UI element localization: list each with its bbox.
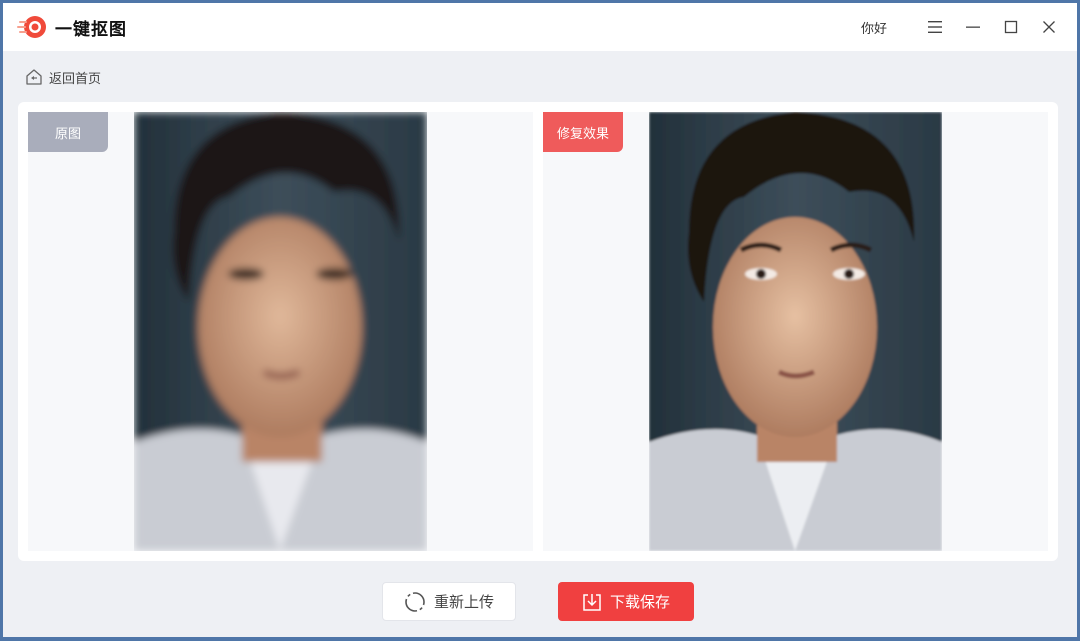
reupload-label: 重新上传 (433, 593, 494, 611)
app-logo-icon (17, 16, 46, 38)
reupload-button[interactable]: 重新上传 (382, 582, 516, 621)
result-tag: 修复效果 (543, 112, 623, 152)
home-icon (26, 69, 42, 85)
app-title: 一键抠图 (55, 20, 127, 40)
back-home-link[interactable]: 返回首页 (25, 67, 101, 87)
original-pane: 原图 (28, 112, 533, 551)
maximize-button[interactable] (999, 15, 1023, 39)
refresh-icon (405, 591, 425, 612)
minimize-button[interactable] (961, 15, 985, 39)
close-button[interactable] (1037, 15, 1061, 39)
original-tag: 原图 (28, 112, 108, 152)
download-icon (583, 593, 601, 611)
user-greeting[interactable]: 你好 (861, 18, 887, 37)
close-icon (1043, 21, 1055, 33)
original-image (134, 112, 427, 551)
compare-panel: 原图 修复效果 (18, 102, 1058, 561)
back-home-label: 返回首页 (49, 71, 102, 87)
download-save-button[interactable]: 下载保存 (558, 582, 694, 621)
minimize-icon (966, 26, 980, 28)
result-pane: 修复效果 (543, 112, 1048, 551)
app-window: 一键抠图 你好 返回首页 原图 修复效果 重新上传 下载保存 (3, 3, 1077, 637)
download-save-label: 下载保存 (609, 593, 670, 611)
menu-button[interactable] (923, 15, 947, 39)
result-image (649, 112, 942, 551)
maximize-icon (1004, 20, 1018, 34)
title-bar: 一键抠图 你好 (3, 3, 1077, 51)
menu-icon (928, 21, 942, 33)
